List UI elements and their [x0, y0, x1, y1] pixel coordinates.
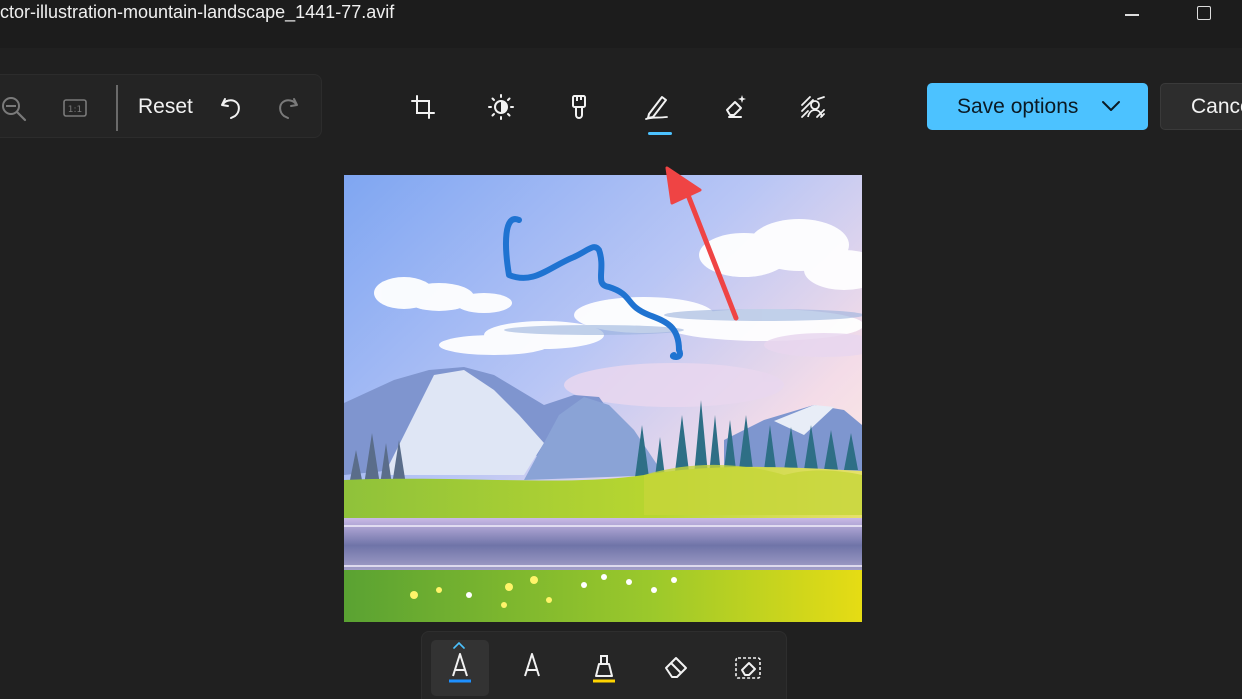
paintbrush-icon: [572, 95, 586, 119]
window-title: ctor-illustration-mountain-landscape_144…: [0, 2, 395, 22]
highlighter-icon: [593, 655, 615, 683]
tab-filter[interactable]: [556, 84, 602, 130]
crop-icon: [411, 95, 435, 119]
reset-button[interactable]: Reset: [128, 89, 203, 125]
zoom-out-icon[interactable]: [0, 93, 30, 123]
ballpoint-pen-2-button[interactable]: [503, 640, 561, 696]
title-bar: ctor-illustration-mountain-landscape_144…: [0, 0, 1242, 48]
background-blur-icon: [801, 96, 825, 118]
active-tab-indicator: [648, 132, 672, 135]
cancel-button[interactable]: Cancel: [1160, 83, 1242, 130]
pen-icon: [521, 653, 543, 683]
undo-icon[interactable]: [216, 93, 246, 123]
minimize-button[interactable]: [1109, 0, 1155, 26]
eraser-sparkle-icon: [726, 95, 746, 118]
chevron-up-icon[interactable]: [452, 641, 466, 649]
maximize-button[interactable]: [1181, 0, 1227, 26]
tab-crop[interactable]: [400, 84, 446, 130]
actual-size-icon[interactable]: 1:1: [60, 93, 90, 123]
redo-icon[interactable]: [273, 93, 303, 123]
save-options-button[interactable]: Save options: [927, 83, 1148, 130]
brightness-icon: [488, 94, 514, 120]
eraser-button[interactable]: [647, 640, 705, 696]
chevron-down-icon: [1102, 101, 1120, 111]
tab-erase[interactable]: [712, 84, 758, 130]
erase-all-button[interactable]: [719, 640, 777, 696]
tab-background[interactable]: [790, 84, 836, 130]
eraser-icon: [665, 657, 687, 678]
pen-icon: [645, 96, 668, 120]
pen-icon: [449, 653, 471, 683]
minimize-icon: [1125, 14, 1139, 16]
markup-toolbar: [421, 631, 787, 699]
highlighter-button[interactable]: [575, 640, 633, 696]
tab-adjustment[interactable]: [478, 84, 524, 130]
landscape-image: [344, 175, 862, 622]
toolbar-divider: [116, 85, 118, 131]
maximize-icon: [1197, 6, 1211, 20]
image-canvas[interactable]: [344, 175, 862, 622]
erase-all-icon: [735, 657, 761, 679]
svg-text:1:1: 1:1: [68, 105, 82, 115]
save-options-label: Save options: [957, 94, 1079, 118]
view-toolbar: 1:1 Reset: [0, 74, 322, 138]
tab-markup[interactable]: [634, 84, 680, 130]
